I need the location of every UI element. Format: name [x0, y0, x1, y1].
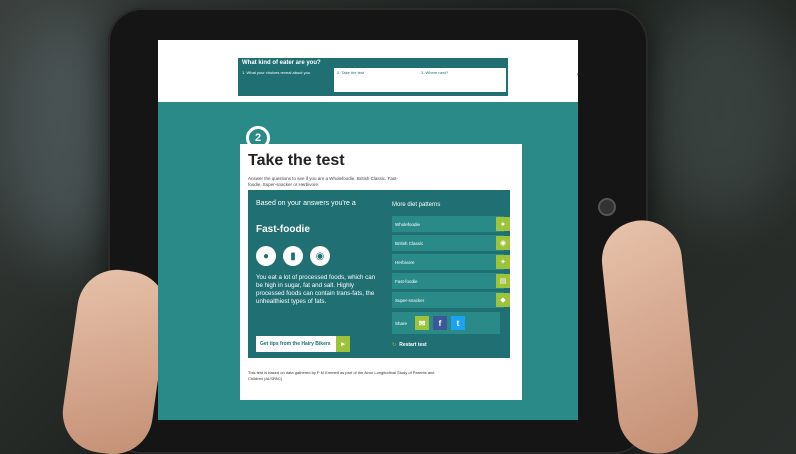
test-card: Take the test Answer the questions to se… — [240, 144, 522, 400]
pattern-label: Herbivore — [395, 259, 415, 265]
result-lead: Based on your answers you're a — [256, 200, 356, 207]
page-title: What kind of eater are you? — [242, 60, 321, 66]
card-intro: Answer the questions to see if you are a… — [248, 176, 398, 187]
share-icon[interactable]: ⚭ — [576, 70, 578, 79]
step-3[interactable]: 3. Where next? — [418, 68, 506, 92]
card-title: Take the test — [248, 152, 345, 169]
pattern-wholefoodie[interactable]: Wholefoodie ● — [392, 216, 510, 232]
step-2-label: 2. Take the test — [337, 70, 365, 75]
background-blur-right — [640, 0, 796, 220]
quiz-header: What kind of eater are you? 1. What your… — [238, 58, 578, 96]
restart-label: Restart test — [399, 342, 427, 348]
pattern-british-classic[interactable]: British Classic ◉ — [392, 235, 510, 251]
footnote: This test is based on data gathered by P… — [248, 370, 435, 381]
eater-type: Fast-foodie — [256, 224, 310, 235]
pizza-icon: ◉ — [310, 246, 330, 266]
restart-link[interactable]: ↻ Restart test — [392, 342, 427, 348]
step-1[interactable]: 1. What your choices reveal about you — [242, 70, 310, 75]
patterns-heading: More diet patterns — [392, 202, 441, 208]
tips-button[interactable]: Get tips from the Hairy Bikers ▸ — [256, 336, 350, 352]
arrow-right-icon: ▸ — [336, 336, 350, 352]
email-icon[interactable]: ✉ — [415, 316, 430, 330]
result-description: You eat a lot of processed foods, which … — [256, 274, 376, 305]
pattern-fast-foodie[interactable]: Fast-foodie ▤ — [392, 273, 510, 289]
pattern-label: British Classic — [395, 240, 424, 246]
twitter-icon[interactable]: t — [451, 316, 466, 330]
tablet-camera — [598, 198, 616, 216]
burger-icon: ● — [256, 246, 276, 266]
pattern-label: Wholefoodie — [395, 221, 421, 227]
tips-label: Get tips from the Hairy Bikers — [260, 341, 331, 347]
share-label: Share — [395, 320, 408, 326]
pattern-herbivore[interactable]: Herbivore ✦ — [392, 254, 510, 270]
pattern-super-snacker[interactable]: Super-snacker ◆ — [392, 292, 510, 308]
step-2[interactable]: 2. Take the test — [334, 68, 418, 92]
snack-icon: ◆ — [496, 293, 510, 307]
burger-icon: ▤ — [496, 274, 510, 288]
leaf-icon: ✦ — [496, 255, 510, 269]
result-panel: Based on your answers you're a Fast-food… — [248, 190, 510, 358]
step-3-label: 3. Where next? — [421, 70, 449, 75]
share-bar: Share ✉ f t — [392, 312, 500, 334]
pattern-label: Super-snacker — [395, 297, 425, 303]
diet-patterns: More diet patterns Wholefoodie ● British … — [388, 190, 510, 358]
food-icons: ● ▮ ◉ — [256, 246, 330, 266]
pattern-label: Fast-foodie — [395, 278, 418, 284]
fries-icon: ▮ — [283, 246, 303, 266]
patterns-list: Wholefoodie ● British Classic ◉ Herbivore ✦… — [392, 216, 510, 311]
teapot-icon: ◉ — [496, 236, 510, 250]
facebook-icon[interactable]: f — [433, 316, 448, 330]
result-summary: Based on your answers you're a Fast-food… — [248, 190, 384, 358]
tablet-screen: What kind of eater are you? 1. What your… — [158, 40, 578, 420]
restart-icon: ↻ — [392, 342, 397, 348]
apple-icon: ● — [496, 217, 510, 231]
